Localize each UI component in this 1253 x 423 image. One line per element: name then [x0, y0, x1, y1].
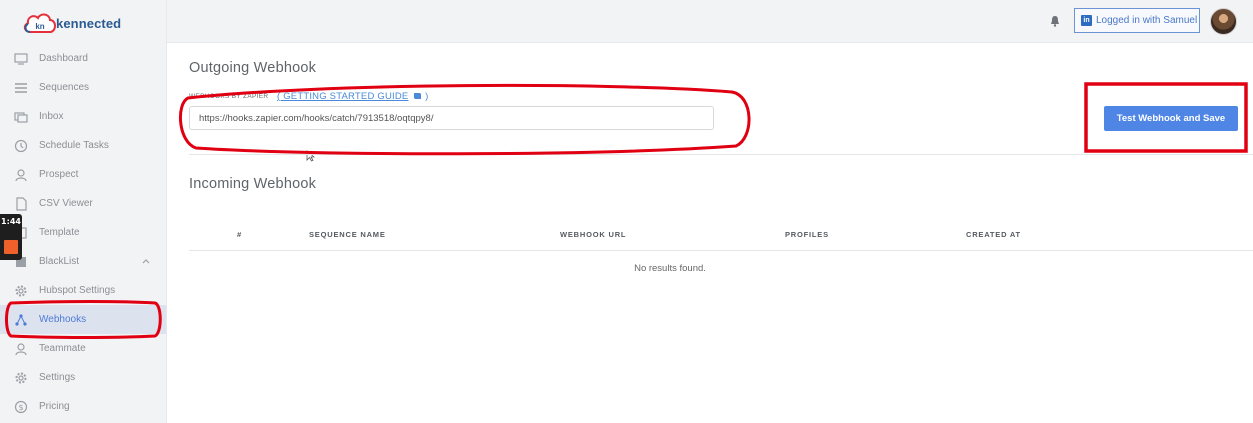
chevron-up-icon[interactable] — [142, 256, 150, 267]
sidebar-item-label: CSV Viewer — [39, 198, 93, 209]
gear-icon — [13, 370, 29, 386]
webhook-url-input[interactable] — [189, 106, 714, 130]
sidebar-item-csv-viewer[interactable]: CSV Viewer — [0, 189, 166, 218]
outgoing-webhook-title: Outgoing Webhook — [189, 60, 317, 76]
getting-started-guide-link[interactable]: ( GETTING STARTED GUIDE ) — [277, 91, 429, 102]
monitor-icon — [13, 51, 29, 67]
user-icon — [13, 167, 29, 183]
sidebar-item-template[interactable]: Template — [0, 218, 166, 247]
logo-mark: kn — [35, 22, 44, 31]
bell-icon[interactable] — [1050, 14, 1060, 32]
sidebar-item-label: Teammate — [39, 343, 86, 354]
webhooks-by-zapier-label: WEBHOOKS BY ZAPIER — [189, 93, 269, 100]
sidebar-item-sequences[interactable]: Sequences — [0, 73, 166, 102]
svg-text:$: $ — [18, 403, 23, 412]
logo[interactable]: kn kennected — [22, 8, 121, 38]
webhook-icon — [13, 312, 29, 328]
inbox-icon — [13, 109, 29, 125]
user-icon — [13, 341, 29, 357]
sidebar-item-hubspot-settings[interactable]: Hubspot Settings — [0, 276, 166, 305]
guide-link-text: ( GETTING STARTED GUIDE — [277, 91, 409, 102]
sidebar-item-label: Template — [39, 227, 80, 238]
main-content: Outgoing Webhook WEBHOOKS BY ZAPIER ( GE… — [167, 43, 1253, 423]
column-header-sequence-name[interactable]: SEQUENCE NAME — [309, 230, 386, 239]
sidebar-item-teammate[interactable]: Teammate — [0, 334, 166, 363]
sidebar-item-label: Prospect — [39, 169, 79, 180]
screen-recorder-widget: 1:44 — [0, 214, 22, 260]
sidebar-item-webhooks[interactable]: Webhooks — [0, 305, 166, 334]
brand-name: kennected — [56, 15, 122, 31]
top-header: in Logged in with Samuel — [167, 0, 1253, 43]
sidebar-item-label: Pricing — [39, 401, 70, 412]
book-icon — [414, 93, 422, 99]
sidebar-item-prospect[interactable]: Prospect — [0, 160, 166, 189]
sidebar: kn kennected Dashboard Sequences Inbox S… — [0, 0, 167, 423]
column-header-created-at[interactable]: CREATED AT — [966, 230, 1021, 239]
incoming-webhook-title: Incoming Webhook — [189, 176, 317, 192]
mouse-cursor-icon — [306, 150, 315, 162]
stop-recording-button[interactable] — [4, 240, 18, 254]
clock-icon — [13, 138, 29, 154]
file-icon — [13, 196, 29, 212]
sidebar-item-pricing[interactable]: $ Pricing — [0, 392, 166, 421]
sidebar-item-label: Settings — [39, 372, 76, 383]
section-divider — [189, 154, 1253, 155]
guide-link-close: ) — [422, 91, 429, 102]
sidebar-item-dashboard[interactable]: Dashboard — [0, 44, 166, 73]
list-icon — [13, 80, 29, 96]
sidebar-item-label: Dashboard — [39, 53, 88, 64]
login-label: Logged in with Samuel — [1096, 15, 1198, 26]
gear-icon — [13, 283, 29, 299]
sidebar-item-settings[interactable]: Settings — [0, 363, 166, 392]
linkedin-login-button[interactable]: in Logged in with Samuel — [1074, 8, 1200, 33]
sidebar-item-blacklist[interactable]: BlackList — [0, 247, 166, 276]
dollar-icon: $ — [13, 399, 29, 415]
sidebar-item-label: Sequences — [39, 82, 90, 93]
sidebar-nav: Dashboard Sequences Inbox Schedule Tasks… — [0, 44, 166, 421]
sidebar-item-inbox[interactable]: Inbox — [0, 102, 166, 131]
avatar[interactable] — [1210, 8, 1237, 35]
column-header-webhook-url[interactable]: WEBHOOK URL — [560, 230, 626, 239]
column-header-profiles[interactable]: PROFILES — [785, 230, 829, 239]
recorder-time: 1:44 — [1, 217, 21, 226]
empty-table-message: No results found. — [634, 263, 706, 274]
column-header-index[interactable]: # — [237, 230, 242, 239]
sidebar-item-schedule-tasks[interactable]: Schedule Tasks — [0, 131, 166, 160]
app-root: kn kennected Dashboard Sequences Inbox S… — [0, 0, 1253, 423]
sidebar-item-label: Inbox — [39, 111, 64, 122]
incoming-table-header: # SEQUENCE NAME WEBHOOK URL PROFILES CRE… — [189, 223, 1253, 251]
test-webhook-and-save-button[interactable]: Test Webhook and Save — [1104, 106, 1238, 131]
sidebar-item-label: Webhooks — [39, 314, 87, 325]
cloud-logo-icon: kn — [22, 10, 58, 36]
sidebar-item-label: Hubspot Settings — [39, 285, 116, 296]
sidebar-item-label: Schedule Tasks — [39, 140, 109, 151]
linkedin-icon: in — [1081, 15, 1092, 26]
sidebar-item-label: BlackList — [39, 256, 80, 267]
